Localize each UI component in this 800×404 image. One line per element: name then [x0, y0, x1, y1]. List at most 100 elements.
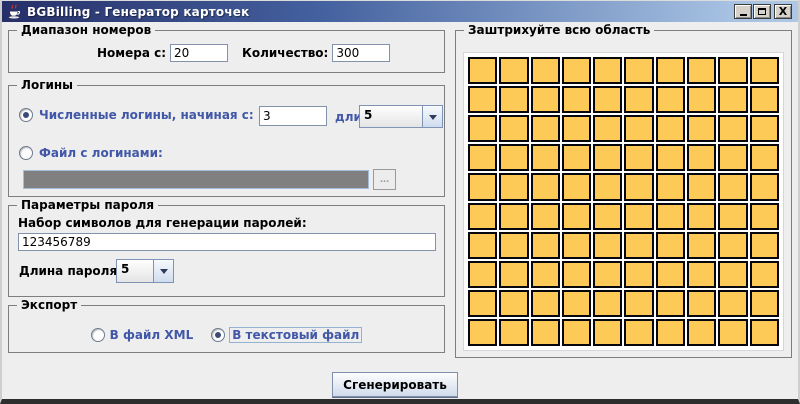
grid-cell[interactable]	[499, 173, 528, 200]
grid-cell[interactable]	[687, 232, 716, 259]
minimize-button[interactable]	[734, 4, 752, 19]
grid-cell[interactable]	[750, 57, 779, 84]
grid-cell[interactable]	[562, 261, 591, 288]
generate-button[interactable]: Сгенерировать	[332, 372, 458, 397]
chevron-down-icon[interactable]	[422, 106, 442, 127]
grid-cell[interactable]	[531, 261, 560, 288]
export-text-radio[interactable]	[211, 328, 225, 342]
grid-cell[interactable]	[562, 232, 591, 259]
grid-cell[interactable]	[687, 173, 716, 200]
grid-cell[interactable]	[718, 261, 747, 288]
close-button[interactable]: X	[774, 4, 792, 19]
grid-cell[interactable]	[499, 261, 528, 288]
grid-cell[interactable]	[750, 232, 779, 259]
numeric-logins-radio[interactable]	[19, 108, 33, 122]
grid-cell[interactable]	[656, 261, 685, 288]
grid-cell[interactable]	[499, 290, 528, 317]
grid-cell[interactable]	[624, 115, 653, 142]
grid-cell[interactable]	[656, 86, 685, 113]
grid-cell[interactable]	[531, 203, 560, 230]
grid-cell[interactable]	[718, 115, 747, 142]
grid-cell[interactable]	[687, 115, 716, 142]
grid-cell[interactable]	[687, 144, 716, 171]
numeric-start-input[interactable]	[259, 106, 327, 126]
grid-cell[interactable]	[718, 144, 747, 171]
grid-cell[interactable]	[562, 290, 591, 317]
export-xml-radio[interactable]	[91, 328, 105, 342]
grid-cell[interactable]	[656, 173, 685, 200]
grid-cell[interactable]	[531, 86, 560, 113]
grid-cell[interactable]	[499, 86, 528, 113]
login-file-path-input[interactable]	[23, 170, 369, 189]
grid-cell[interactable]	[750, 173, 779, 200]
grid-cell[interactable]	[562, 319, 591, 346]
grid-cell[interactable]	[499, 319, 528, 346]
grid-cell[interactable]	[562, 144, 591, 171]
grid-cell[interactable]	[718, 57, 747, 84]
numbers-from-input[interactable]	[170, 44, 228, 62]
grid-cell[interactable]	[687, 290, 716, 317]
grid-cell[interactable]	[656, 57, 685, 84]
grid-cell[interactable]	[468, 144, 497, 171]
grid-cell[interactable]	[499, 57, 528, 84]
grid-cell[interactable]	[656, 319, 685, 346]
grid-cell[interactable]	[750, 319, 779, 346]
grid-cell[interactable]	[718, 86, 747, 113]
grid-cell[interactable]	[468, 203, 497, 230]
grid-cell[interactable]	[624, 261, 653, 288]
grid-cell[interactable]	[656, 290, 685, 317]
grid-cell[interactable]	[624, 86, 653, 113]
grid-cell[interactable]	[593, 173, 622, 200]
grid-cell[interactable]	[624, 290, 653, 317]
grid-cell[interactable]	[468, 319, 497, 346]
grid-cell[interactable]	[750, 290, 779, 317]
export-xml-label[interactable]: В файл XML	[110, 328, 194, 342]
grid-cell[interactable]	[562, 57, 591, 84]
grid-cell[interactable]	[718, 290, 747, 317]
grid-cell[interactable]	[750, 144, 779, 171]
grid-cell[interactable]	[499, 115, 528, 142]
grid-cell[interactable]	[468, 173, 497, 200]
password-length-combo[interactable]: 5	[116, 259, 174, 283]
file-logins-radio[interactable]	[19, 146, 33, 160]
grid-cell[interactable]	[656, 203, 685, 230]
grid-cell[interactable]	[593, 261, 622, 288]
grid-cell[interactable]	[562, 203, 591, 230]
grid-cell[interactable]	[750, 86, 779, 113]
grid-cell[interactable]	[562, 173, 591, 200]
grid-cell[interactable]	[687, 86, 716, 113]
grid-cell[interactable]	[687, 319, 716, 346]
file-logins-label[interactable]: Файл с логинами:	[39, 146, 163, 160]
grid-cell[interactable]	[656, 232, 685, 259]
titlebar[interactable]: BGBilling - Генератор карточек X	[2, 1, 798, 22]
grid-cell[interactable]	[718, 203, 747, 230]
grid-cell[interactable]	[531, 290, 560, 317]
grid-cell[interactable]	[531, 319, 560, 346]
grid-cell[interactable]	[499, 232, 528, 259]
grid-cell[interactable]	[624, 57, 653, 84]
grid-cell[interactable]	[593, 115, 622, 142]
grid-cell[interactable]	[468, 290, 497, 317]
grid-cell[interactable]	[562, 115, 591, 142]
grid-cell[interactable]	[531, 115, 560, 142]
grid-cell[interactable]	[718, 173, 747, 200]
grid-cell[interactable]	[656, 144, 685, 171]
maximize-button[interactable]	[753, 4, 771, 19]
grid-cell[interactable]	[593, 290, 622, 317]
grid-cell[interactable]	[468, 86, 497, 113]
grid-cell[interactable]	[624, 319, 653, 346]
grid-cell[interactable]	[593, 57, 622, 84]
grid-cell[interactable]	[624, 232, 653, 259]
count-input[interactable]	[332, 44, 390, 62]
grid-cell[interactable]	[468, 232, 497, 259]
grid-cell[interactable]	[624, 173, 653, 200]
grid-cell[interactable]	[531, 144, 560, 171]
grid-cell[interactable]	[468, 57, 497, 84]
grid-cell[interactable]	[624, 203, 653, 230]
grid-cell[interactable]	[468, 115, 497, 142]
grid-cell[interactable]	[750, 203, 779, 230]
grid-cell[interactable]	[593, 319, 622, 346]
grid-cell[interactable]	[687, 57, 716, 84]
grid-cell[interactable]	[531, 173, 560, 200]
grid-cell[interactable]	[499, 144, 528, 171]
